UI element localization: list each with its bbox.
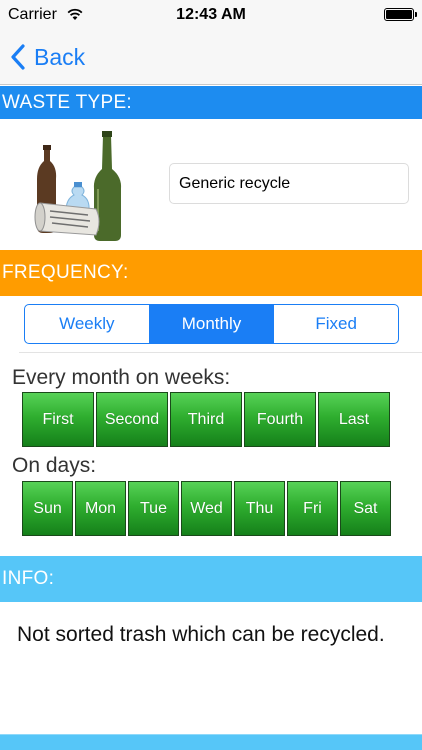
status-bar: Carrier 12:43 AM [0,0,422,30]
day-mon-button[interactable]: Mon [75,481,126,536]
waste-type-panel: Generic recycle [0,119,422,250]
days-label: On days: [12,454,97,477]
info-description: Not sorted trash which can be recycled. [17,623,385,646]
day-thu-button[interactable]: Thu [234,481,285,536]
info-header: INFO: [0,556,422,602]
day-sat-button[interactable]: Sat [340,481,391,536]
battery-icon [384,8,417,21]
week-first-button[interactable]: First [22,392,94,447]
clock: 12:43 AM [176,6,246,23]
segment-fixed[interactable]: Fixed [273,305,398,343]
day-wed-button[interactable]: Wed [181,481,232,536]
waste-type-title: WASTE TYPE: [2,91,132,113]
waste-type-header: WASTE TYPE: [0,86,422,119]
week-fourth-button[interactable]: Fourth [244,392,316,447]
day-fri-button[interactable]: Fri [287,481,338,536]
frequency-header: FREQUENCY: [0,250,422,296]
days-button-row: Sun Mon Tue Wed Thu Fri Sat [22,481,393,536]
bottom-section-strip [0,734,422,750]
segment-monthly[interactable]: Monthly [148,305,274,343]
week-last-button[interactable]: Last [318,392,390,447]
week-third-button[interactable]: Third [170,392,242,447]
weeks-button-row: First Second Third Fourth Last [22,392,392,447]
waste-type-value: Generic recycle [179,174,291,192]
week-second-button[interactable]: Second [96,392,168,447]
segment-weekly[interactable]: Weekly [25,305,149,343]
back-label: Back [34,43,86,70]
back-button[interactable]: Back [10,40,85,74]
waste-type-field[interactable]: Generic recycle [169,163,409,204]
weeks-label: Every month on weeks: [12,366,231,389]
day-sun-button[interactable]: Sun [22,481,73,536]
frequency-segmented-control: Weekly Monthly Fixed [24,304,399,344]
frequency-title: FREQUENCY: [2,262,129,283]
recycle-bottles-newspaper-image [34,131,122,241]
navigation-bar: Back [0,30,422,85]
day-tue-button[interactable]: Tue [128,481,179,536]
divider [19,352,422,353]
info-title: INFO: [2,568,55,589]
chevron-left-icon [11,44,25,70]
